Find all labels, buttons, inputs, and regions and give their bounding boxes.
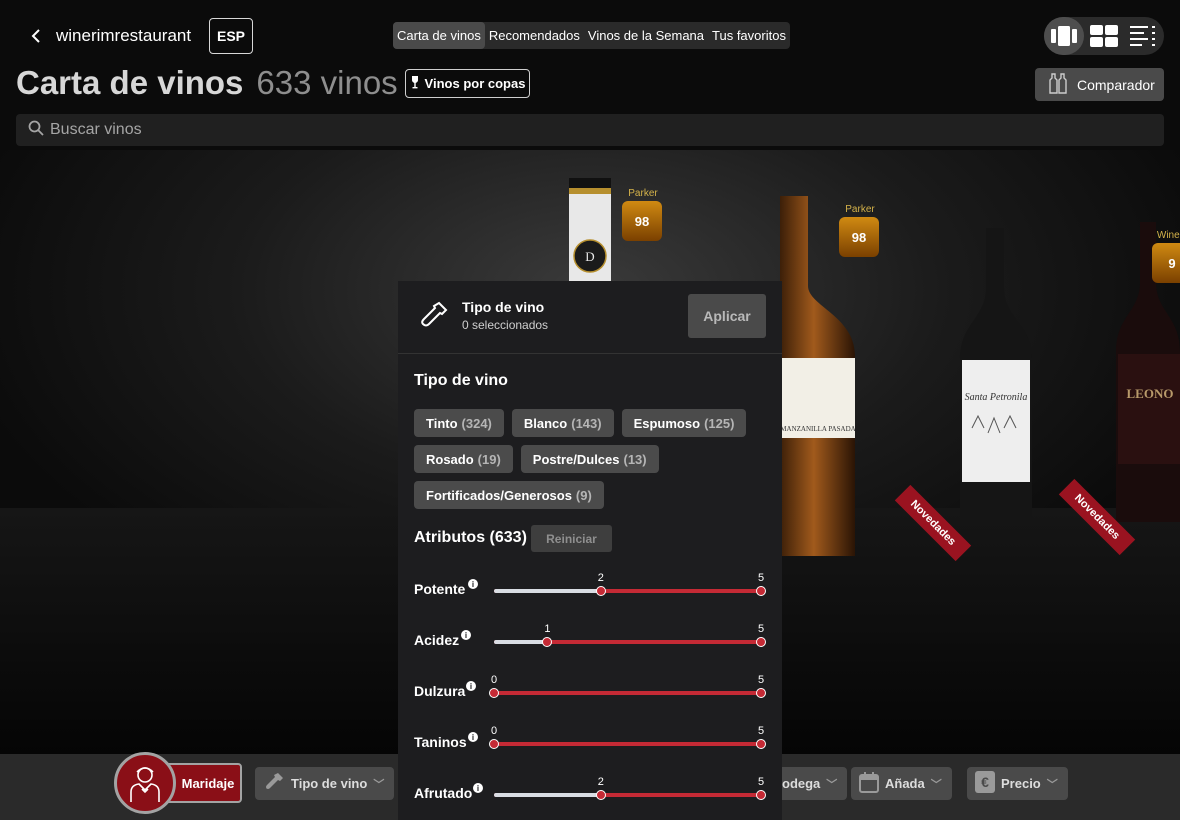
parker-score: Parker 98 [622,188,664,241]
wine-count: 633 vinos [256,64,398,101]
wine-type-postre-dulces[interactable]: Postre/Dulces (13) [520,445,659,473]
wine-type-rosado[interactable]: Rosado (19) [414,445,513,473]
panel-header: Tipo de vino 0 seleccionados Aplicar [398,281,782,354]
attribute-row-dulzura: Dulzura i 0 5 [398,666,782,706]
attribute-row-acidez: Acidez i 1 5 [398,615,782,655]
main-tabs: Carta de vinos Recomendados Vinos de la … [393,22,790,49]
wine-type-tinto[interactable]: Tinto (324) [414,409,504,437]
view-mode-switcher [1044,17,1164,55]
wine-spectator-score: Wine S 9 [1152,230,1180,283]
wine-bottle[interactable]: Santa Petronila [958,228,1034,523]
slider-min-handle[interactable] [489,688,499,698]
range-slider[interactable]: 2 5 [494,572,766,596]
top-bar: winerimrestaurant ESP Carta de vinos Rec… [0,0,1180,68]
svg-text:MANZANILLA PASADA: MANZANILLA PASADA [780,425,855,433]
back-arrow-icon[interactable] [26,26,46,46]
slider-min-handle[interactable] [595,790,606,800]
parker-score: Parker 98 [839,204,881,257]
attribute-name: Afrutado [414,785,473,801]
tab-recomendados[interactable]: Recomendados [485,22,584,49]
slider-min-handle[interactable] [489,739,499,749]
wine-type-options: Tinto (324) Blanco (143) Espumoso (125) Ros… [414,409,774,509]
slider-min-handle[interactable] [542,637,553,647]
slider-min-handle[interactable] [595,586,606,596]
title-row: Carta de vinos 633 vinos [16,64,398,104]
slider-max-handle[interactable] [756,739,766,749]
sommelier-icon [114,752,176,814]
filter-tipo-de-vino[interactable]: Tipo de vino ﹀ [255,767,395,800]
range-slider[interactable]: 1 5 [494,623,766,647]
wines-by-glass-button[interactable]: Vinos por copas [405,69,530,98]
range-slider[interactable]: 0 5 [489,674,766,698]
wine-glass-icon [410,75,420,92]
attribute-name: Taninos [414,734,467,750]
maridaje-button[interactable]: Maridaje [114,752,242,814]
chevron-down-icon: ﹀ [930,778,942,791]
search-icon [28,120,44,141]
wine-type-blanco[interactable]: Blanco (143) [511,409,614,437]
attribute-name: Potente [414,581,466,597]
calendar-icon [859,771,879,796]
info-icon[interactable]: i [468,732,478,742]
wine-type-espumoso[interactable]: Espumoso (125) [621,409,747,437]
info-icon[interactable]: i [466,681,476,691]
euro-icon: € [975,771,995,796]
slider-max-handle[interactable] [756,586,766,596]
tab-tus-favoritos[interactable]: Tus favoritos [708,22,790,49]
attributes-title: Atributos (633) [414,529,527,546]
info-icon[interactable]: i [473,783,483,793]
wine-type-fortificados[interactable]: Fortificados/Generosos (9) [414,481,604,509]
wine-type-section-title: Tipo de vino [414,372,508,389]
wine-type-filter-panel: Tipo de vino 0 seleccionados Aplicar Tip… [398,281,782,820]
tab-carta-de-vinos[interactable]: Carta de vinos [393,22,485,49]
chevron-down-icon: ﹀ [1046,778,1058,791]
compare-label: Comparador [1077,76,1155,93]
info-icon[interactable]: i [468,579,478,589]
chevron-down-icon: ﹀ [373,778,385,791]
bottle-icon [263,771,285,796]
info-icon[interactable]: i [461,630,471,640]
attribute-row-potente: Potente i 2 5 [398,564,782,604]
attribute-row-taninos: Taninos i 0 5 [398,717,782,757]
panel-title: Tipo de vino [462,299,545,315]
slider-max-handle[interactable] [756,637,766,647]
attribute-name: Acidez [414,632,460,648]
grid-view-icon[interactable] [1084,17,1124,55]
compare-bottles-icon [1049,72,1067,97]
search-input[interactable] [50,121,1050,139]
filter-anada[interactable]: Añada ﹀ [851,767,952,800]
slider-max-handle[interactable] [756,688,766,698]
svg-text:€: € [981,774,989,790]
bottle-icon [420,301,448,331]
wine-bottle[interactable]: D [568,178,612,293]
svg-text:LEONO: LEONO [1127,386,1174,401]
compare-button[interactable]: Comparador [1035,68,1164,101]
attribute-row-afrutado: Afrutado i 2 5 [398,768,782,808]
wines-by-glass-label: Vinos por copas [424,76,526,91]
maridaje-label: Maridaje [166,763,242,803]
list-view-icon[interactable] [1124,17,1164,55]
svg-text:Santa Petronila: Santa Petronila [965,392,1028,403]
venue-name[interactable]: winerimrestaurant [56,26,191,46]
chevron-down-icon: ﹀ [826,778,838,791]
attribute-name: Dulzura [414,683,466,699]
search-bar [16,114,1164,146]
filter-precio[interactable]: € Precio ﹀ [967,767,1068,800]
tab-vinos-de-la-semana[interactable]: Vinos de la Semana [584,22,708,49]
range-slider[interactable]: 0 5 [489,725,766,749]
range-slider[interactable]: 2 5 [494,776,766,800]
reset-button[interactable]: Reiniciar [531,525,612,552]
svg-text:D: D [585,249,594,264]
apply-button[interactable]: Aplicar [688,294,766,338]
slider-max-handle[interactable] [756,790,766,800]
bottle-view-icon[interactable] [1044,17,1084,55]
page-title: Carta de vinos [16,64,244,101]
selected-count: 0 seleccionados [462,318,549,332]
language-button[interactable]: ESP [209,18,253,54]
